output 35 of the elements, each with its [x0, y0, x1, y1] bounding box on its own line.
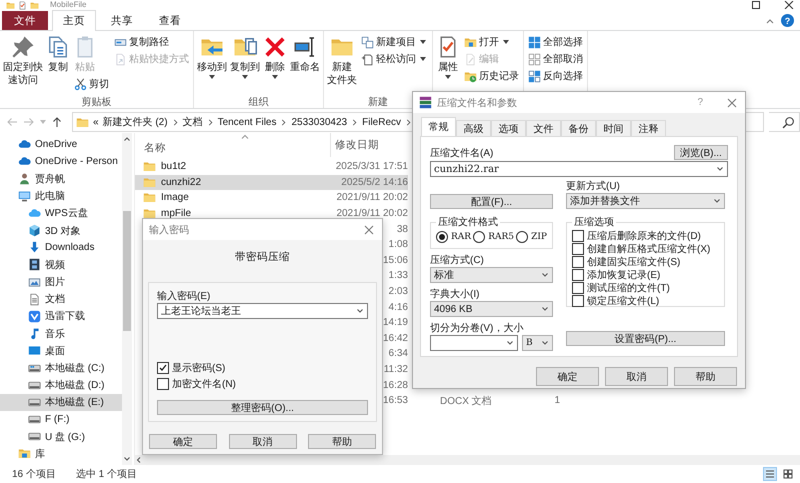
group-label: 新建 — [368, 97, 388, 108]
selection-count: 选中 1 个项目 — [76, 468, 138, 481]
file-name: mpFile — [161, 208, 192, 220]
modified-date: 2025/3/31 17:51 — [336, 161, 408, 172]
field-label: 压缩文件名(A) — [430, 147, 494, 160]
dialog-heading: 带密码压缩 — [234, 250, 291, 264]
window-title: MobileFile — [50, 0, 86, 10]
file-size: 1 — [554, 395, 560, 406]
dialog-title: 压缩文件名和参数 — [437, 96, 517, 110]
modified-date: 2021/9/11 20:02 — [336, 192, 408, 204]
file-type: DOCX 文档 — [440, 394, 492, 408]
item-count: 16 个项目 — [12, 468, 56, 481]
modified-date: 2:03 — [388, 286, 408, 298]
modified-date: 38 — [396, 224, 408, 235]
field-label: 字典大小(I) — [430, 288, 480, 301]
field-label: 压缩方式(C) — [430, 254, 485, 267]
modified-date: 1:33 — [388, 270, 408, 282]
dialog-title: 输入密码 — [149, 224, 189, 236]
field-label: 输入密码(E) — [157, 290, 212, 303]
modified-date: 2025/5/2 14:16 — [341, 176, 408, 188]
group-label: 剪贴板 — [82, 97, 112, 108]
group-label: 组织 — [248, 97, 268, 108]
file-name: Image — [161, 192, 189, 204]
modified-date: 16:42 — [382, 332, 408, 344]
modified-date: 14:19 — [382, 317, 408, 328]
field-label: 切分为分卷(V)，大小 — [430, 322, 524, 335]
modified-date: 1:08 — [388, 239, 408, 250]
group-title: 压缩选项 — [573, 216, 615, 229]
file-name: bu1t2 — [161, 161, 186, 172]
modified-date: 6:34 — [388, 348, 408, 360]
modified-date: 4:16 — [388, 302, 408, 313]
field-label: 更新方式(U) — [566, 180, 621, 193]
modified-date: 2021/9/11 20:02 — [336, 208, 408, 220]
file-name: cunzhi22 — [161, 176, 202, 188]
group-title: 压缩文件格式 — [437, 216, 499, 229]
